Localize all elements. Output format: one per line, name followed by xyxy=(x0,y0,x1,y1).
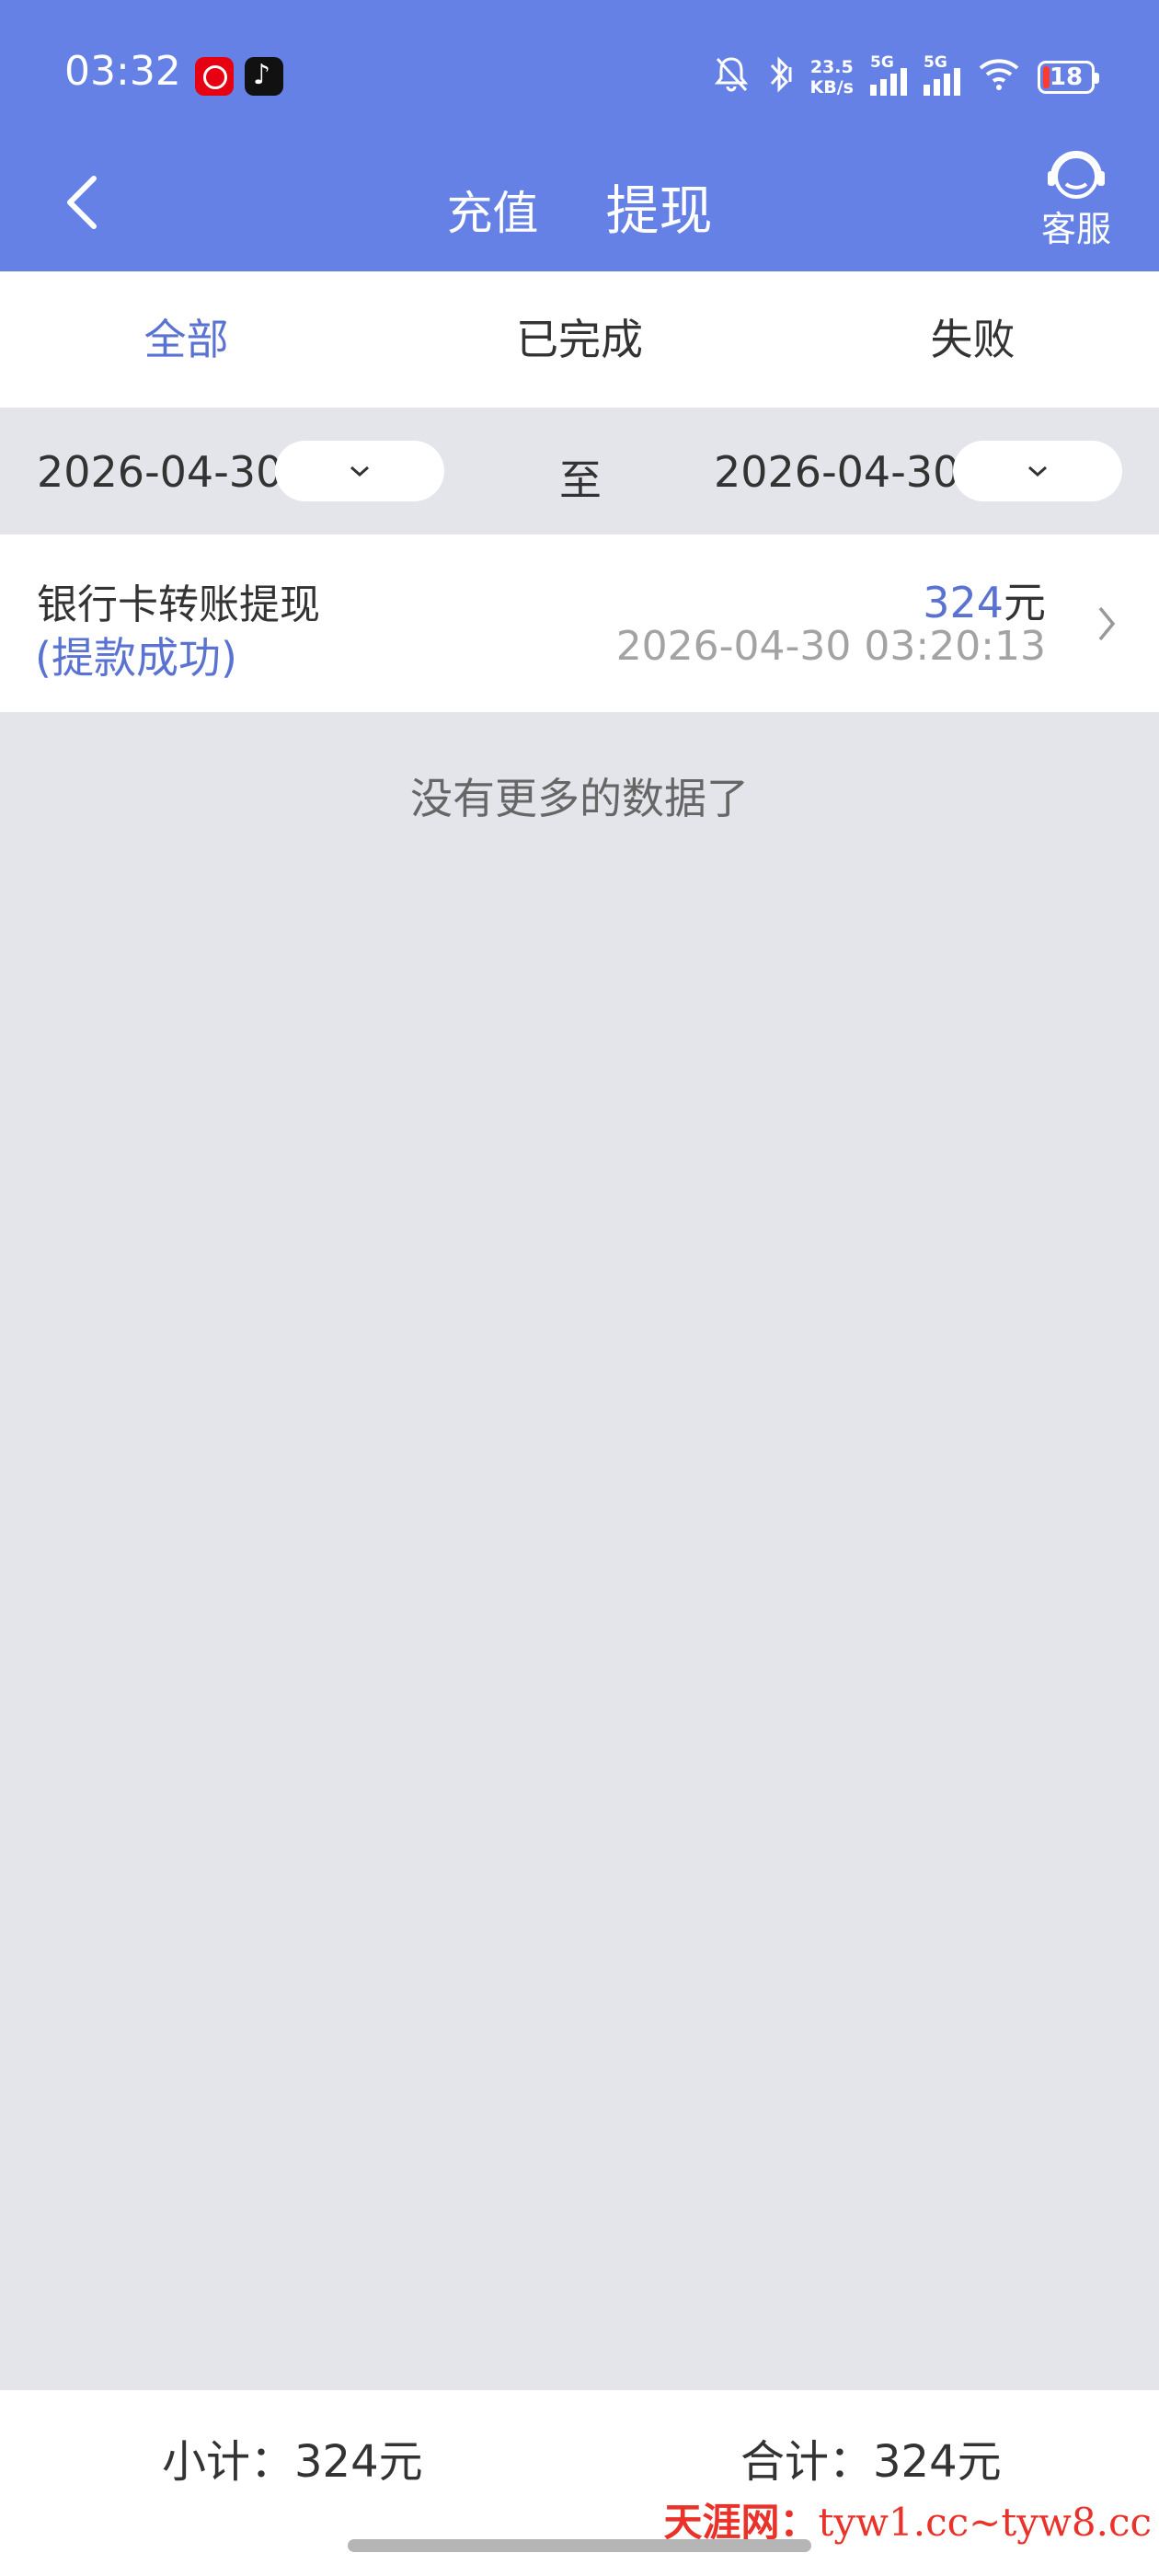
service-label: 客服 xyxy=(1040,209,1111,249)
amount-value: 324 xyxy=(923,578,1004,627)
end-date: 2026-04-30 xyxy=(714,447,960,497)
filter-tab-failed[interactable]: 失败 xyxy=(786,271,1159,408)
tiktok-icon xyxy=(245,57,283,96)
record-time: 2026-04-30 03:20:13 xyxy=(615,623,1046,670)
status-icons: 23.5 KB/s 5G 5G 18 xyxy=(696,52,1099,103)
signal-icon-sim1: 5G xyxy=(870,53,907,96)
signal-icon-sim2: 5G xyxy=(924,53,960,96)
netease-music-icon xyxy=(195,57,234,96)
list-item[interactable]: 银行卡转账提现 (提款成功) 324元 2026-04-30 03:20:13 xyxy=(0,535,1159,712)
end-date-dropdown[interactable] xyxy=(953,441,1122,501)
list-end-message: 没有更多的数据了 xyxy=(410,774,749,823)
header: 03:32 23.5 KB/s 5G 5G 18 充值 提现 xyxy=(0,0,1159,271)
filter-tab-all[interactable]: 全部 xyxy=(0,271,373,408)
subtotal: 小计：324元 xyxy=(162,2436,423,2488)
date-separator: 至 xyxy=(559,455,602,505)
tab-withdraw[interactable]: 提现 xyxy=(606,167,713,245)
chevron-right-icon xyxy=(1098,606,1116,641)
amount-currency: 元 xyxy=(1004,578,1046,627)
top-tabs: 充值 提现 xyxy=(0,167,1159,245)
summary-footer: 小计：324元 合计：324元 天涯网：tyw1.cc~tyw8.cc xyxy=(0,2390,1159,2576)
record-amount: 324元 xyxy=(923,569,1046,630)
chevron-down-icon xyxy=(1028,466,1047,477)
tab-recharge[interactable]: 充值 xyxy=(446,177,538,243)
chevron-down-icon xyxy=(350,466,369,477)
customer-service-button[interactable]: 客服 xyxy=(1032,147,1120,250)
battery-icon: 18 xyxy=(1038,61,1099,94)
filter-tab-completed[interactable]: 已完成 xyxy=(373,271,786,408)
start-date: 2026-04-30 xyxy=(37,447,283,497)
filter-tabs: 全部 已完成 失败 xyxy=(0,271,1159,408)
bluetooth-icon xyxy=(766,54,794,101)
home-indicator[interactable] xyxy=(348,2539,811,2552)
wifi-icon xyxy=(977,57,1021,98)
date-range-filter: 2026-04-30 至 2026-04-30 xyxy=(0,408,1159,535)
net-speed: 23.5 KB/s xyxy=(809,57,854,98)
status-time: 03:32 xyxy=(64,48,181,95)
headset-icon xyxy=(1048,151,1105,199)
record-title: 银行卡转账提现 xyxy=(37,581,320,628)
mute-bell-icon xyxy=(713,55,750,100)
record-status: (提款成功) xyxy=(35,633,237,683)
start-date-dropdown[interactable] xyxy=(275,441,444,501)
total: 合计：324元 xyxy=(740,2436,1002,2488)
